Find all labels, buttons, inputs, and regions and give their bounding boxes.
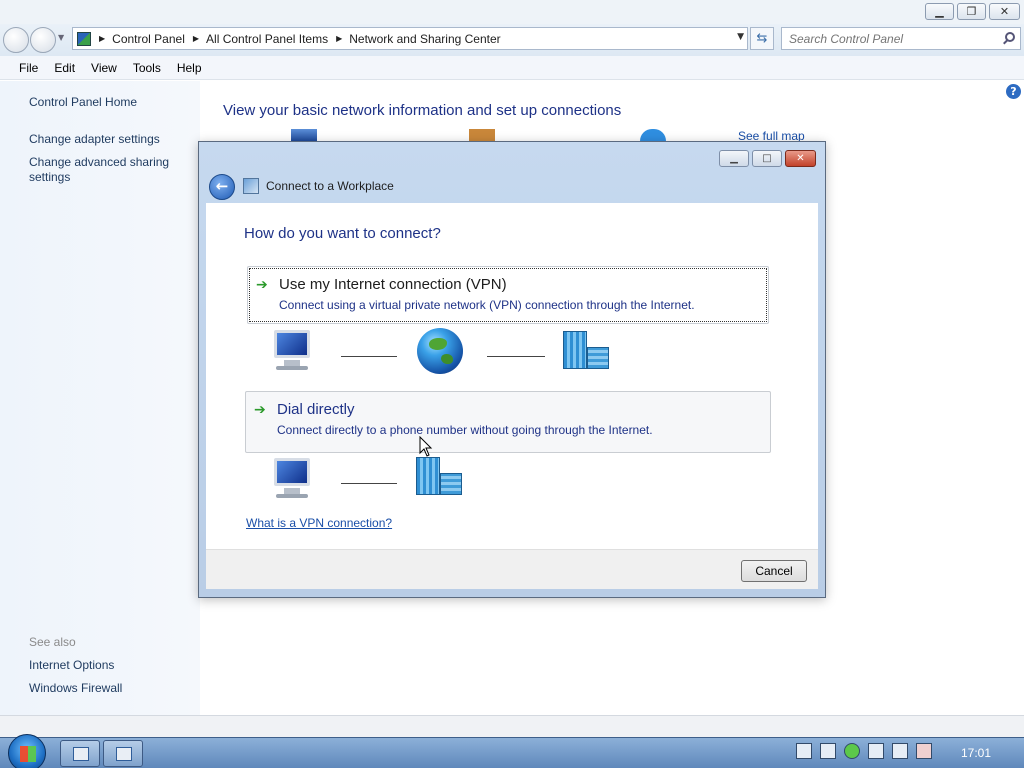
vpn-diagram [206,328,818,388]
dialog-title: Connect to a Workplace [266,179,394,193]
option-dial-description: Connect directly to a phone number witho… [277,423,653,437]
volume-muted-icon[interactable] [916,743,932,759]
dialog-heading: How do you want to connect? [244,225,441,242]
nav-change-adapter-settings[interactable]: Change adapter settings [29,132,160,147]
close-icon: ✕ [796,153,805,164]
minimize-icon: ▁ [935,5,944,18]
dialog-close-button[interactable]: ✕ [785,150,816,167]
nav-change-advanced-sharing[interactable]: Change advanced sharing [29,155,169,170]
dialog-content: How do you want to connect? ➔ Use my Int… [206,203,818,549]
internet-globe-icon [640,129,666,141]
forward-button[interactable] [30,27,56,53]
search-input[interactable] [782,28,992,49]
cancel-button[interactable]: Cancel [741,560,807,582]
network-icon [469,129,495,141]
window-controls: ▁ ❐ ✕ [925,3,1020,20]
taskbar-control-panel-button[interactable] [103,740,143,767]
explorer-icon [73,747,89,761]
option-vpn-description: Connect using a virtual private network … [279,298,695,312]
see-also-heading: See also [29,635,76,649]
system-tray [796,743,932,759]
help-icon[interactable]: ? [1006,84,1021,99]
start-button[interactable] [8,734,46,768]
maximize-icon: □ [762,153,772,164]
chevron-right-icon[interactable]: ▶ [99,34,105,43]
control-panel-icon [77,31,91,46]
security-icon[interactable] [844,743,860,759]
menu-file[interactable]: File [19,61,38,75]
computer-icon [270,328,314,372]
internet-globe-icon [417,328,463,374]
breadcrumb-network-sharing[interactable]: Network and Sharing Center [349,32,500,46]
dialog-minimize-button[interactable]: ▁ [719,150,749,167]
nav-internet-options[interactable]: Internet Options [29,658,114,673]
nav-change-advanced-sharing-line2[interactable]: settings [29,170,70,185]
minimize-button[interactable]: ▁ [925,3,954,20]
dial-diagram [206,456,818,516]
close-button[interactable]: ✕ [989,3,1020,20]
workplace-icon [243,178,259,194]
green-arrow-icon: ➔ [254,402,266,418]
restore-icon: ❐ [966,5,977,18]
nav-windows-firewall[interactable]: Windows Firewall [29,681,122,696]
dialog-back-button[interactable]: ← [209,174,235,200]
keyboard-icon[interactable] [796,743,812,759]
taskbar-explorer-button[interactable] [60,740,100,767]
recent-pages-dropdown[interactable]: ▼ [58,33,68,43]
breadcrumb-control-panel[interactable]: Control Panel [112,32,185,46]
windows-logo-icon [20,746,36,762]
option-use-vpn[interactable]: ➔ Use my Internet connection (VPN) Conne… [247,266,769,324]
action-center-flag-icon[interactable] [868,743,884,759]
menu-view[interactable]: View [91,61,117,75]
option-dial-directly[interactable]: ➔ Dial directly Connect directly to a ph… [245,391,771,453]
left-nav-pane: Control Panel Home Change adapter settin… [0,81,200,715]
back-button[interactable] [3,27,29,53]
nav-control-panel-home[interactable]: Control Panel Home [29,95,137,110]
computer-icon [291,129,317,141]
back-arrow-icon: ← [215,177,229,195]
menu-bar: File Edit View Tools Help [0,56,1024,80]
address-bar[interactable]: ▶ Control Panel ▶ All Control Panel Item… [72,27,748,50]
computer-icon [270,456,314,500]
connection-line [487,356,545,357]
minimize-icon: ▁ [730,153,738,164]
network-tray-icon[interactable] [892,743,908,759]
connection-line [341,483,397,484]
menu-tools[interactable]: Tools [133,61,161,75]
status-bar [0,715,1024,737]
address-dropdown-icon[interactable]: ▼ [737,32,744,42]
chevron-right-icon[interactable]: ▶ [193,34,199,43]
workplace-building-icon [416,457,464,497]
menu-edit[interactable]: Edit [54,61,75,75]
close-icon: ✕ [999,5,1010,18]
page-title: View your basic network information and … [223,102,622,119]
dialog-footer: Cancel [206,549,818,589]
chevron-right-icon[interactable]: ▶ [336,34,342,43]
breadcrumb-all-items[interactable]: All Control Panel Items [206,32,328,46]
restore-button[interactable]: ❐ [957,3,986,20]
document-icon[interactable] [820,743,836,759]
menu-help[interactable]: Help [177,61,202,75]
option-dial-title: Dial directly [277,401,355,418]
search-icon[interactable] [1005,32,1015,42]
option-vpn-title: Use my Internet connection (VPN) [279,276,507,293]
mouse-cursor-icon [419,436,433,457]
green-arrow-icon: ➔ [256,277,268,293]
control-panel-icon [116,747,132,761]
what-is-vpn-link[interactable]: What is a VPN connection? [246,516,392,530]
dialog-maximize-button[interactable]: □ [752,150,782,167]
connect-to-workplace-dialog: ▁ □ ✕ ← Connect to a Workplace How do yo… [198,141,826,598]
taskbar: 17:01 [0,734,1024,768]
refresh-icon: ⇆ [756,31,768,46]
address-row: ▼ ▶ Control Panel ▶ All Control Panel It… [0,24,1024,56]
window-titlebar: ▁ ❐ ✕ [0,0,1024,24]
connection-line [341,356,397,357]
dialog-window-controls: ▁ □ ✕ [719,150,816,167]
search-box[interactable] [781,27,1021,50]
refresh-button[interactable]: ⇆ [750,27,774,50]
workplace-building-icon [563,331,611,371]
taskbar-clock[interactable]: 17:01 [961,746,991,760]
